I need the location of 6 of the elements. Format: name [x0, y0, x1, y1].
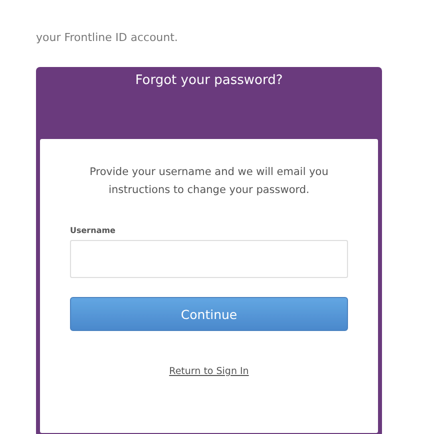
instructions-text: Provide your username and we will email you instructions to change your password. [88, 165, 330, 198]
username-field[interactable] [70, 240, 348, 278]
intro-text: your Frontline ID account. [36, 31, 179, 43]
username-label: Username [70, 226, 116, 235]
return-link[interactable]: Return to Sign In [169, 366, 249, 377]
dialog-title: Forgot your password? [134, 72, 284, 90]
